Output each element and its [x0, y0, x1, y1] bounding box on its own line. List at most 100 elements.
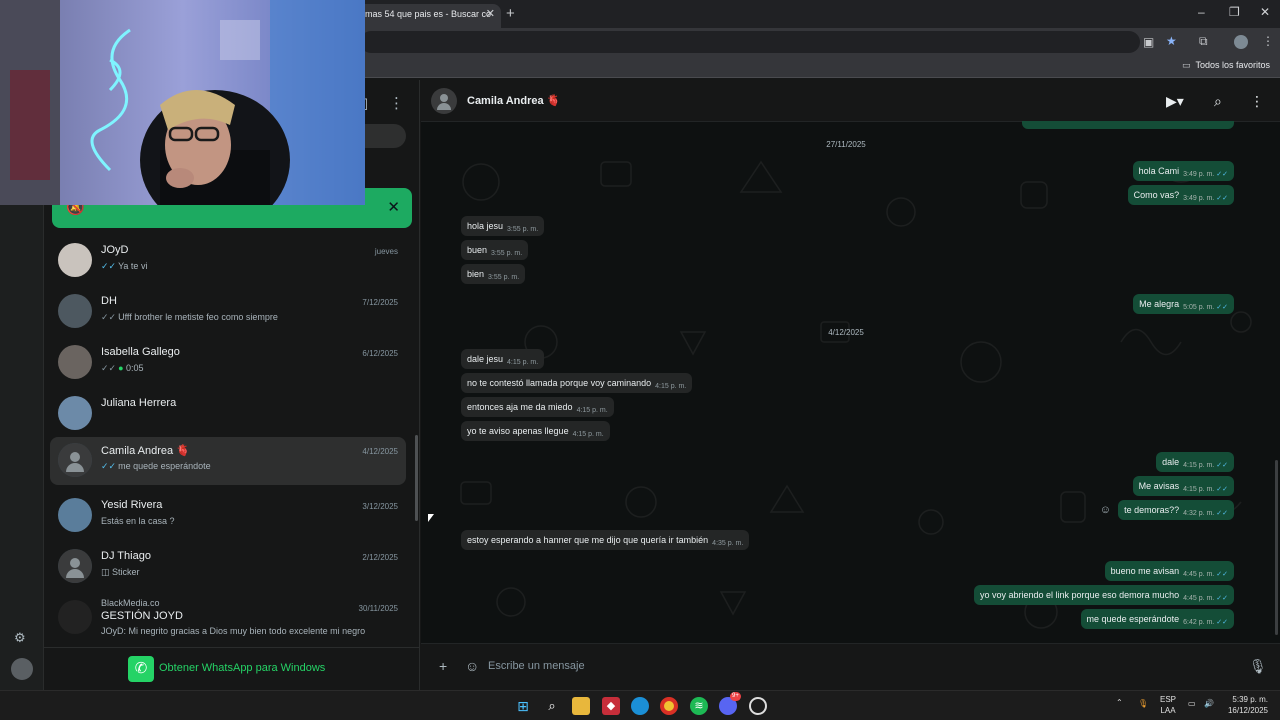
video-call-icon[interactable]: ▶▾ [1166, 93, 1184, 110]
settings-gear-icon[interactable]: ⚙ [14, 630, 26, 646]
bookmark-star-icon[interactable]: ★ [1166, 34, 1177, 48]
incoming-message[interactable]: dale jesu 4:15 p. m. [461, 349, 545, 369]
message-input[interactable]: Escribe un mensaje [488, 660, 585, 672]
browser-menu-icon[interactable]: ⋮ [1262, 34, 1274, 48]
message-meta: 4:15 p. m. ✓✓ [1183, 462, 1228, 469]
message-time: 4:15 p. m. [507, 359, 539, 366]
chrome-icon[interactable] [660, 697, 678, 715]
game-app-icon[interactable] [749, 697, 767, 715]
taskbar-search-icon[interactable]: ⌕ [543, 697, 561, 715]
message-meta: 4:45 p. m. ✓✓ [1183, 571, 1228, 578]
incoming-message[interactable]: no te contestó llamada porque voy camina… [461, 373, 693, 393]
message-text: hola jesu [467, 221, 504, 231]
taskbar-clock[interactable]: 5:39 p. m. 16/12/2025 [1228, 694, 1268, 716]
profile-avatar[interactable] [11, 658, 33, 680]
chat-timestamp: 30/11/2025 [358, 604, 398, 613]
incoming-message[interactable]: buen 3:55 p. m. [461, 240, 529, 260]
edge-icon[interactable] [631, 697, 649, 715]
outgoing-message[interactable]: te demoras?? 4:32 p. m. ✓✓ [1118, 500, 1234, 520]
search-icon[interactable]: ⌕ [1214, 93, 1222, 110]
incoming-message[interactable]: estoy esperando a hanner que me dijo que… [461, 530, 750, 550]
incoming-message[interactable]: hola jesu 3:55 p. m. [461, 216, 545, 236]
message-time: 3:55 p. m. [488, 274, 520, 281]
outgoing-message[interactable]: yo voy abriendo el link porque eso demor… [974, 585, 1234, 605]
tray-mic-icon[interactable]: 🎙 [1138, 699, 1148, 708]
message-meta: 4:32 p. m. ✓✓ [1183, 510, 1228, 517]
message-meta: 6:42 p. m. ✓✓ [1183, 619, 1228, 626]
outgoing-message[interactable]: me quede esperándote 6:42 p. m. ✓✓ [1080, 609, 1234, 629]
restore-icon[interactable]: ❐ [1229, 5, 1240, 19]
tray-chevron-icon[interactable]: ⌃ [1116, 698, 1123, 707]
profile-avatar-icon[interactable] [1234, 35, 1248, 49]
chat-list-item[interactable]: Isabella Gallego 6/12/2025 ✓✓ ● 0:05 [50, 339, 406, 387]
chat-name: DJ Thiago [101, 550, 151, 562]
message-text: bien [467, 269, 485, 279]
incoming-message[interactable]: entonces aja me da miedo 4:15 p. m. [461, 397, 614, 417]
new-tab-icon[interactable]: + [506, 5, 515, 23]
contact-avatar[interactable] [431, 88, 457, 114]
discord-icon[interactable]: 9+ [719, 692, 741, 715]
message-bubble-partial [1022, 121, 1234, 129]
windows-start-icon[interactable]: ⊞ [514, 697, 532, 715]
conversation-menu-icon[interactable]: ⋮ [1250, 93, 1264, 110]
conversation-scrollbar[interactable] [1275, 460, 1278, 635]
outgoing-message[interactable]: Como vas? 3:49 p. m. ✓✓ [1127, 185, 1234, 205]
read-receipt-icon: ✓✓ [1216, 195, 1228, 202]
sticker-icon[interactable]: ☺ [465, 658, 479, 674]
message-text: Me alegra [1139, 299, 1180, 309]
chat-list-item[interactable]: Juliana Herrera [50, 390, 406, 438]
media-app-icon[interactable]: ◆ [602, 697, 620, 715]
cast-icon[interactable]: ▣ [1143, 35, 1154, 49]
react-emoji-icon[interactable]: ☺ [1094, 500, 1117, 520]
close-window-icon[interactable]: ✕ [1260, 5, 1270, 19]
message-time: 4:45 p. m. [1183, 595, 1215, 602]
chat-name: Camila Andrea 🫀 [101, 445, 190, 457]
network-icon[interactable]: ▭ [1188, 699, 1196, 708]
chat-preview-text: JOyD: Mi negrito gracias a Dios muy bien… [101, 626, 366, 636]
close-banner-icon[interactable]: ✕ [387, 198, 400, 216]
incoming-message[interactable]: bien 3:55 p. m. [461, 264, 526, 284]
chat-list-item[interactable]: Camila Andrea 🫀 4/12/2025 ✓✓ me quede esper… [50, 437, 406, 485]
volume-icon[interactable]: 🔊 [1204, 699, 1214, 708]
minimize-icon[interactable]: – [1198, 5, 1205, 19]
outgoing-message[interactable]: Me alegra 5:05 p. m. ✓✓ [1133, 294, 1234, 314]
outgoing-message[interactable]: hola Cami 3:49 p. m. ✓✓ [1132, 161, 1234, 181]
browser-tab[interactable]: mas 54 que pais es - Buscar co ✕ [355, 4, 501, 28]
outgoing-message[interactable]: bueno me avisan 4:45 p. m. ✓✓ [1104, 561, 1234, 581]
file-explorer-icon[interactable] [572, 697, 590, 715]
all-bookmarks-folder[interactable]: ▭ Todos los favoritos [1182, 60, 1270, 71]
contact-name[interactable]: Camila Andrea 🫀 [467, 94, 560, 107]
extensions-icon[interactable]: ⧉ [1199, 34, 1208, 49]
chat-list-item[interactable]: BlackMedia.co GESTIÓN JOYD 30/11/2025 JOyD:… [50, 594, 406, 642]
discord-badge: 9+ [730, 692, 741, 701]
close-tab-icon[interactable]: ✕ [486, 4, 495, 24]
attach-plus-icon[interactable]: + [439, 658, 447, 674]
message-text: yo voy abriendo el link porque eso demor… [980, 590, 1180, 600]
message-time: 3:55 p. m. [507, 226, 539, 233]
language-indicator[interactable]: ESP LAA [1160, 694, 1176, 716]
chat-list-item[interactable]: DJ Thiago 2/12/2025 ◫ Sticker [50, 543, 406, 591]
incoming-message[interactable]: yo te aviso apenas llegue 4:15 p. m. [461, 421, 610, 441]
sidebar-menu-icon[interactable]: ⋮ [389, 94, 404, 112]
message-text: Me avisas [1138, 481, 1180, 491]
sticker-icon: ◫ [101, 567, 113, 577]
read-receipt-icon: ✓✓ [101, 261, 117, 271]
chat-preview: ✓✓ ● 0:05 [101, 363, 401, 374]
microphone-icon[interactable]: 🎙 [1249, 658, 1267, 675]
chat-list-item[interactable]: JOyD jueves ✓✓ Ya te vi [50, 237, 406, 285]
read-receipt-icon: ✓✓ [101, 461, 117, 471]
spotify-icon[interactable]: ≋ [690, 697, 708, 715]
outgoing-message[interactable]: dale 4:15 p. m. ✓✓ [1156, 452, 1234, 472]
conversation-pane: Camila Andrea 🫀 ▶▾ ⌕ ⋮ 27/11/2025 4/12/20… [421, 80, 1280, 690]
address-bar[interactable]: ▣ ★ [360, 31, 1177, 53]
sidebar-scrollbar[interactable] [415, 435, 418, 521]
clock-date: 16/12/2025 [1227, 706, 1268, 715]
chat-list-item[interactable]: DH 7/12/2025 ✓✓ Ufff brother le metiste feo… [50, 288, 406, 336]
chat-timestamp: 6/12/2025 [362, 349, 398, 358]
chat-preview: ✓✓ Ya te vi [101, 261, 401, 272]
message-text: estoy esperando a hanner que me dijo que… [467, 535, 709, 545]
get-whatsapp-bar[interactable]: ✆ Obtener WhatsApp para Windows [44, 647, 420, 690]
outgoing-message[interactable]: Me avisas 4:15 p. m. ✓✓ [1132, 476, 1234, 496]
message-time: 4:15 p. m. [1183, 486, 1215, 493]
chat-list-item[interactable]: Yesid Rivera 3/12/2025 Estás en la casa ? [50, 492, 406, 540]
